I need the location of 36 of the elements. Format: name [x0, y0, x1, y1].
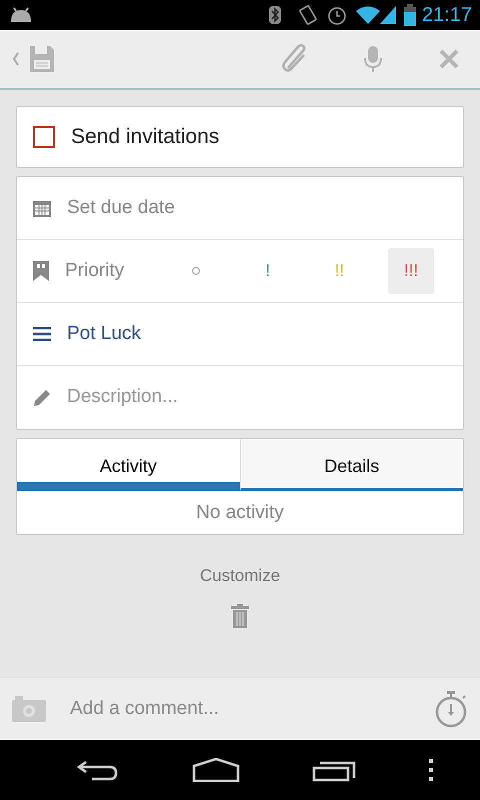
battery-icon — [404, 4, 416, 26]
priority-label: Priority — [65, 258, 124, 283]
menu-icon — [33, 327, 51, 341]
empty-activity-text: No activity — [196, 502, 284, 523]
pencil-icon — [33, 388, 51, 406]
stopwatch-icon[interactable] — [434, 690, 468, 728]
tab[interactable]: Activity — [17, 439, 240, 491]
due-date-button[interactable]: Set due date — [67, 194, 175, 222]
priority-option[interactable]: !!! — [388, 248, 434, 294]
priority-option[interactable]: ○ — [172, 248, 219, 294]
customize-link[interactable]: Customize — [200, 566, 280, 584]
tab[interactable]: Details — [240, 439, 463, 491]
clock-time: 21:17 — [422, 3, 472, 28]
bluetooth-icon — [268, 5, 282, 25]
bookmark-icon — [33, 261, 49, 281]
signal-icon — [380, 6, 396, 24]
microphone-icon — [362, 44, 384, 74]
list-name[interactable]: Pot Luck — [67, 320, 141, 348]
home-icon[interactable] — [192, 758, 240, 782]
priority-option[interactable]: ! — [244, 248, 291, 294]
save-icon — [10, 44, 56, 74]
task-title: Send invitations — [71, 124, 220, 150]
trash-icon[interactable] — [231, 604, 249, 628]
comment-field[interactable]: Add a comment... — [68, 694, 412, 724]
android-icon — [8, 6, 34, 24]
priority-option[interactable]: !! — [316, 248, 362, 294]
overflow-menu-icon[interactable] — [428, 759, 434, 781]
camera-icon[interactable] — [12, 696, 46, 722]
calendar-icon — [33, 199, 51, 217]
back-icon[interactable] — [76, 758, 120, 782]
comment-bar[interactable]: Add a comment... — [0, 678, 480, 740]
completion-checkbox[interactable] — [33, 126, 55, 148]
wifi-icon — [356, 6, 380, 24]
vibrate-icon — [298, 4, 318, 26]
description-field[interactable]: Description... — [67, 383, 447, 412]
close-icon — [438, 48, 460, 70]
